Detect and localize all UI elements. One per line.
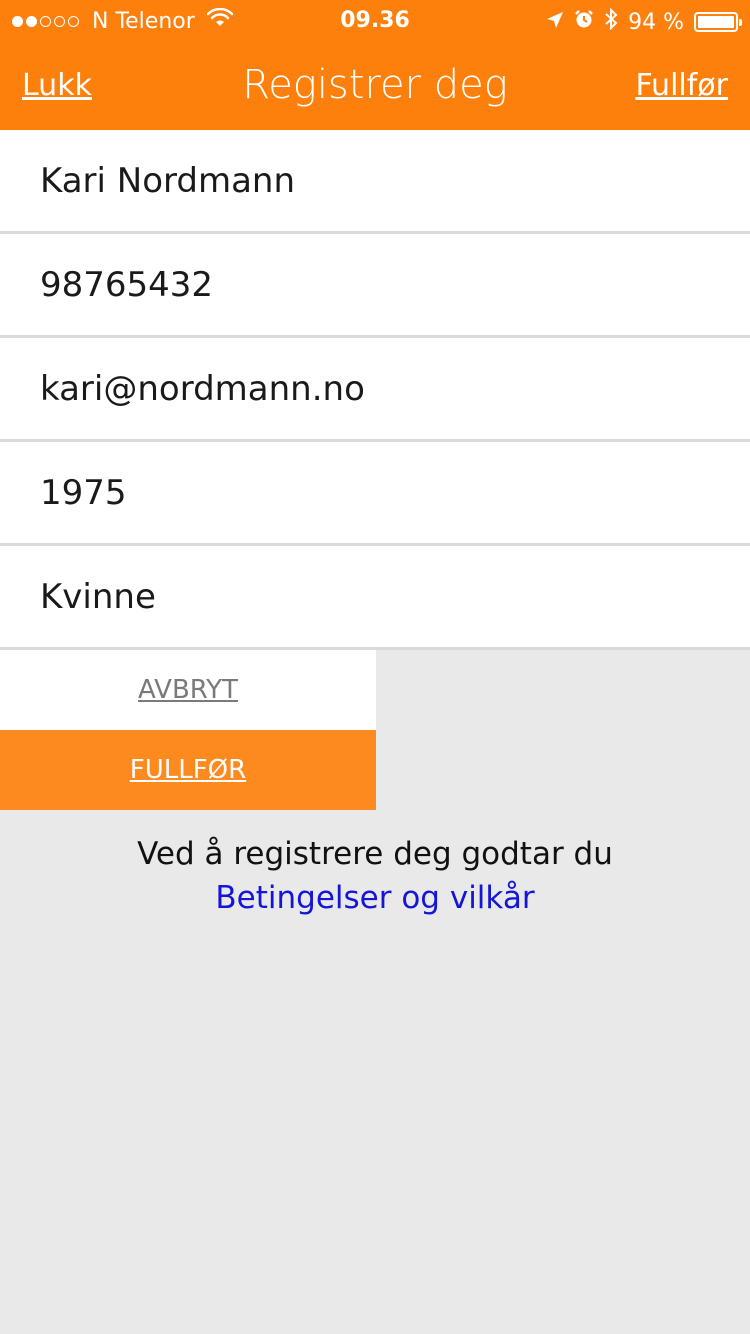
location-icon	[546, 10, 564, 35]
signal-dot	[68, 15, 79, 27]
gender-input[interactable]	[0, 546, 750, 647]
registration-form	[0, 130, 750, 650]
bluetooth-icon	[604, 7, 618, 36]
status-right: 94 %	[536, 7, 742, 36]
terms-link[interactable]: Betingelser og vilkår	[0, 876, 750, 920]
navigation-bar: Lukk Registrer deg Fullfør	[0, 40, 750, 130]
battery-nub	[739, 19, 742, 26]
signal-dot	[12, 15, 23, 27]
battery-fill	[698, 16, 734, 28]
birth-year-field-row	[0, 442, 750, 546]
phone-input[interactable]	[0, 234, 750, 335]
cancel-button[interactable]: AVBRYT	[0, 650, 376, 730]
battery-percent: 94 %	[628, 9, 684, 35]
name-input[interactable]	[0, 130, 750, 231]
gender-field-row	[0, 546, 750, 650]
name-field-row	[0, 130, 750, 234]
wifi-icon	[206, 7, 234, 34]
signal-dot	[26, 15, 37, 27]
signal-dot	[54, 15, 65, 27]
close-link[interactable]: Lukk	[22, 68, 92, 103]
terms-notice: Ved å registrere deg godtar du Betingels…	[0, 832, 750, 920]
status-left: N Telenor	[12, 7, 234, 34]
email-field-row	[0, 338, 750, 442]
signal-dot	[40, 15, 51, 27]
alarm-icon	[574, 9, 594, 35]
status-bar: N Telenor 09.36 94 %	[0, 0, 750, 40]
finish-link[interactable]: Fullfør	[635, 68, 728, 103]
signal-strength-icon	[12, 15, 82, 27]
birth-year-input[interactable]	[0, 442, 750, 543]
carrier-name: N Telenor	[92, 8, 195, 34]
terms-text: Ved å registrere deg godtar du	[137, 836, 613, 872]
email-input[interactable]	[0, 338, 750, 439]
header-bar: N Telenor 09.36 94 % Lukk Registrer deg …	[0, 0, 750, 130]
phone-field-row	[0, 234, 750, 338]
finish-button[interactable]: FULLFØR	[0, 730, 376, 810]
battery-icon	[694, 12, 742, 32]
